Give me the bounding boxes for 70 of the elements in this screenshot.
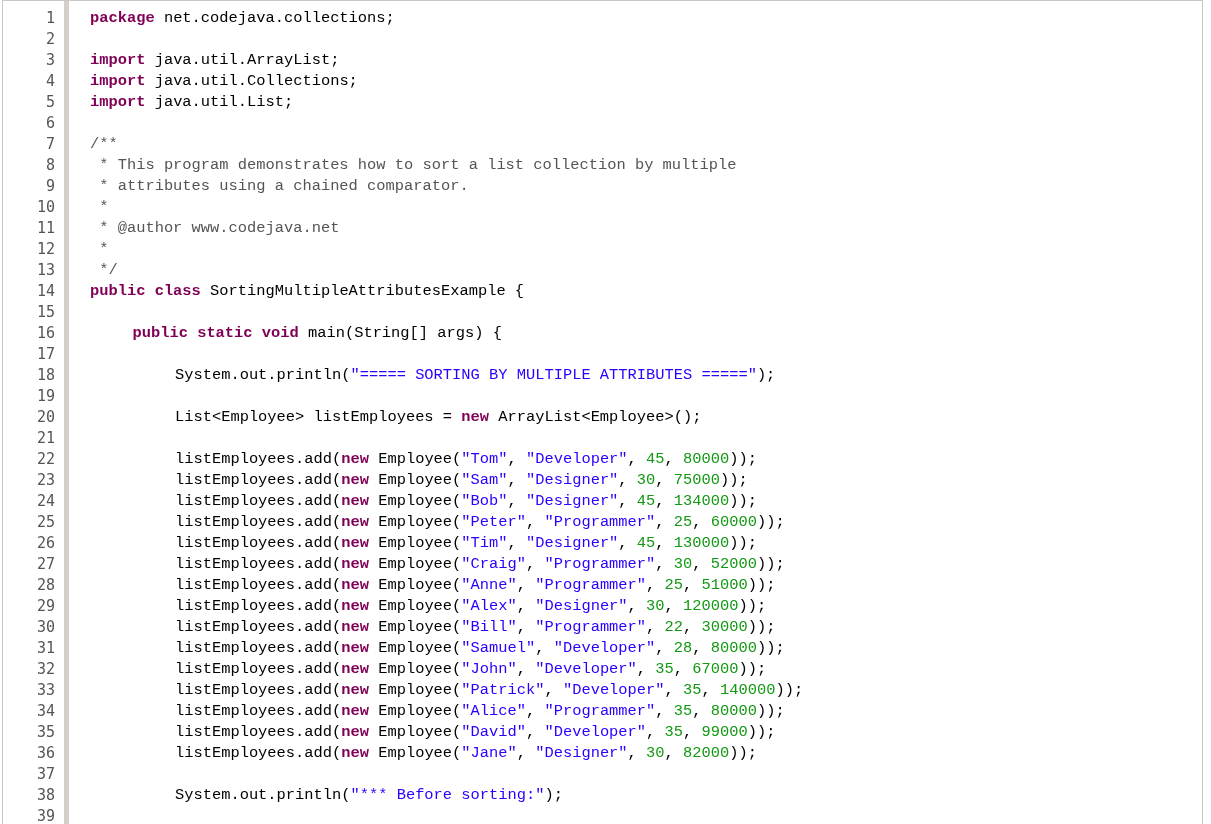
code-line: package net.codejava.collections; (90, 8, 395, 29)
line-number: 18 (36, 365, 55, 386)
line-number: 33 (36, 680, 55, 701)
code-line: */ (98, 260, 118, 281)
line-number: 23 (36, 470, 55, 491)
code-line: import java.util.List; (90, 92, 294, 113)
line-number: 28 (36, 575, 55, 596)
line-number: 39 (36, 806, 55, 824)
line-number: 38 (36, 785, 55, 806)
line-number: 10 (36, 197, 55, 218)
line-number: 34 (36, 701, 55, 722)
code-line: listEmployees.add(new Employee("John", "Developer", 35, 67000)); (175, 659, 767, 680)
line-number: 16 (36, 323, 55, 344)
code-line: listEmployees.add(new Employee("Bob", "Designer", 45, 134000)); (175, 491, 757, 512)
line-number: 37 (36, 764, 55, 785)
line-number: 17 (36, 344, 55, 365)
code-line: listEmployees.add(new Employee("Alex", "Designer", 30, 120000)); (175, 596, 767, 617)
line-number: 2 (45, 29, 55, 50)
code-line: listEmployees.add(new Employee("David", "Developer", 35, 99000)); (175, 722, 776, 743)
line-number: 12 (36, 239, 55, 260)
line-number: 13 (36, 260, 55, 281)
code-line: public class SortingMultipleAttributesExample { (90, 281, 525, 302)
line-number: 3 (45, 50, 55, 71)
line-number: 36 (36, 743, 55, 764)
line-number: 30 (36, 617, 55, 638)
line-number: 6 (45, 113, 55, 134)
code-line: import java.util.Collections; (90, 71, 358, 92)
line-number: 29 (36, 596, 55, 617)
code-line: * attributes using a chained comparator. (98, 176, 469, 197)
code-line: * @author www.codejava.net (98, 218, 340, 239)
code-line: listEmployees.add(new Employee("Alice", "Programmer", 35, 80000)); (175, 701, 785, 722)
code-line: List<Employee> listEmployees = new ArrayList<Employee>(); (175, 407, 702, 428)
line-number: 1 (45, 8, 55, 29)
line-number: 15 (36, 302, 55, 323)
code-line: listEmployees.add(new Employee("Patrick", "Developer", 35, 140000)); (175, 680, 804, 701)
line-number: 7 (45, 134, 55, 155)
line-number: 25 (36, 512, 55, 533)
code-line: listEmployees.add(new Employee("Tim", "Designer", 45, 130000)); (175, 533, 757, 554)
line-number: 22 (36, 449, 55, 470)
code-line: * This program demonstrates how to sort a list collection by multiple (98, 155, 737, 176)
line-number: 32 (36, 659, 55, 680)
line-number: 27 (36, 554, 55, 575)
code-line: listEmployees.add(new Employee("Sam", "Designer", 30, 75000)); (175, 470, 748, 491)
code-line: listEmployees.add(new Employee("Bill", "Programmer", 22, 30000)); (175, 617, 776, 638)
code-line: * (98, 239, 109, 260)
line-number: 8 (45, 155, 55, 176)
line-number: 35 (36, 722, 55, 743)
line-number: 20 (36, 407, 55, 428)
code-line: public static void main(String[] args) { (132, 323, 502, 344)
code-line: * (98, 197, 109, 218)
line-number: 5 (45, 92, 55, 113)
line-number: 19 (36, 386, 55, 407)
code-line: System.out.println("===== SORTING BY MULTIPLE ATTRIBUTES ====="); (175, 365, 776, 386)
code-line: import java.util.ArrayList; (90, 50, 340, 71)
code-line: listEmployees.add(new Employee("Anne", "Programmer", 25, 51000)); (175, 575, 776, 596)
code-line: listEmployees.add(new Employee("Samuel", "Developer", 28, 80000)); (175, 638, 785, 659)
code-line: listEmployees.add(new Employee("Tom", "Developer", 45, 80000)); (175, 449, 757, 470)
line-number: 9 (45, 176, 55, 197)
code-line: /** (90, 134, 118, 155)
line-number: 14 (36, 281, 55, 302)
line-number: 26 (36, 533, 55, 554)
code-line: System.out.println("*** Before sorting:"); (175, 785, 563, 806)
line-number: 31 (36, 638, 55, 659)
line-number: 21 (36, 428, 55, 449)
code-line: listEmployees.add(new Employee("Peter", "Programmer", 25, 60000)); (175, 512, 785, 533)
code-line: listEmployees.add(new Employee("Craig", "Programmer", 30, 52000)); (175, 554, 785, 575)
line-number: 4 (45, 71, 55, 92)
line-number: 24 (36, 491, 55, 512)
code-line: listEmployees.add(new Employee("Jane", "Designer", 30, 82000)); (175, 743, 757, 764)
line-number: 11 (36, 218, 55, 239)
